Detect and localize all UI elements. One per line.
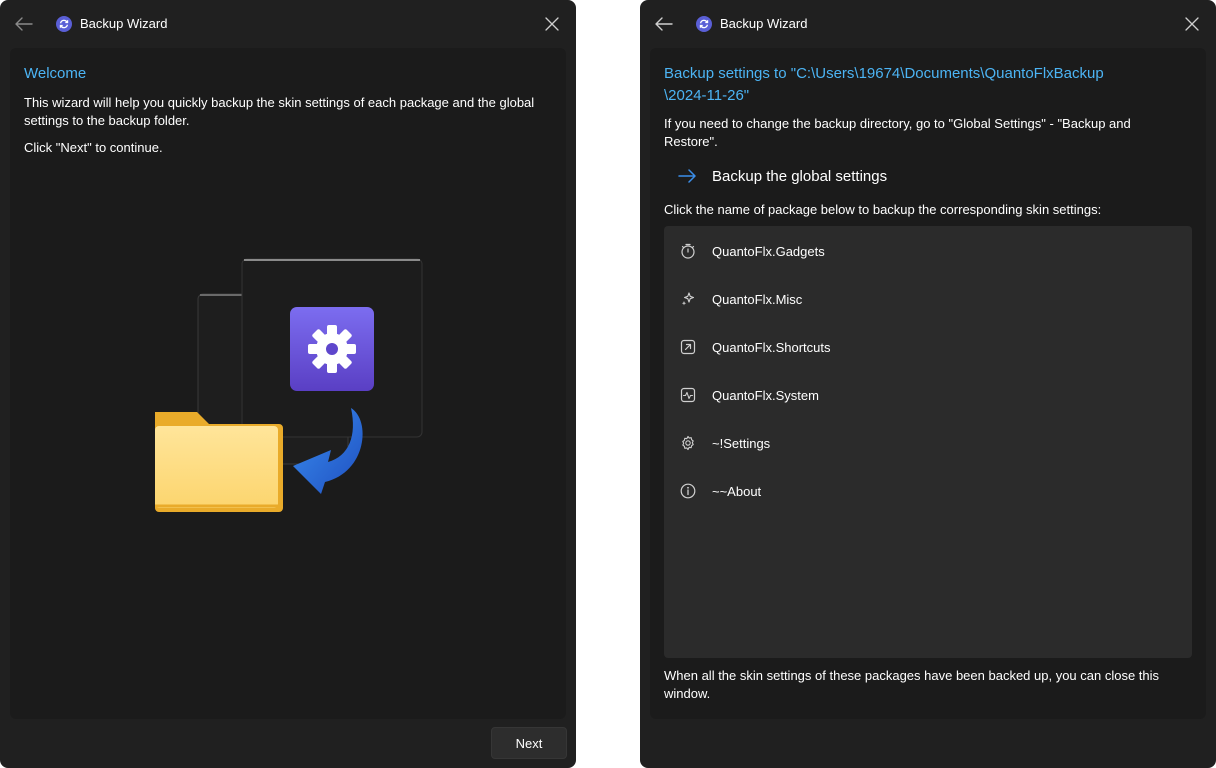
package-list-intro: Click the name of package below to backu… [664, 202, 1102, 217]
directory-hint-line1: If you need to change the backup directo… [664, 116, 1131, 131]
intro-text-line2: settings to the backup folder. [24, 113, 190, 128]
app-icon [56, 16, 72, 32]
package-item-settings[interactable]: ~!Settings [664, 419, 1192, 467]
back-button[interactable] [8, 8, 40, 40]
package-item-shortcuts[interactable]: QuantoFlx.Shortcuts [664, 323, 1192, 371]
package-item-misc[interactable]: QuantoFlx.Misc [664, 275, 1192, 323]
title-bar: Backup Wizard [640, 0, 1216, 48]
package-item-system[interactable]: QuantoFlx.System [664, 371, 1192, 419]
package-name: ~~About [712, 483, 762, 499]
arrow-right-icon [678, 164, 702, 188]
backup-global-settings-label: Backup the global settings [712, 167, 888, 185]
title-bar: Backup Wizard [0, 0, 576, 48]
footer-text-line2: window. [664, 686, 711, 701]
continue-instruction: Click "Next" to continue. [24, 140, 163, 155]
close-button[interactable] [1176, 8, 1208, 40]
open-link-icon [679, 338, 697, 356]
back-arrow-icon [655, 17, 673, 31]
gear-icon [308, 325, 356, 373]
directory-hint-line2: Restore". [664, 134, 718, 149]
pulse-icon [679, 386, 697, 404]
package-name: ~!Settings [712, 435, 771, 451]
backup-illustration [155, 258, 423, 512]
close-icon [1185, 17, 1199, 31]
package-name: QuantoFlx.System [712, 387, 819, 403]
page-heading: Welcome [24, 65, 87, 82]
backup-path-heading-line2: \2024-11-26" [664, 87, 750, 104]
package-name: QuantoFlx.Shortcuts [712, 339, 831, 355]
package-name: QuantoFlx.Misc [712, 291, 803, 307]
intro-text-line1: This wizard will help you quickly backup… [24, 95, 535, 110]
package-item-gadgets[interactable]: QuantoFlx.Gadgets [664, 227, 1192, 275]
backup-global-settings-link[interactable]: Backup the global settings [664, 162, 887, 190]
next-button[interactable]: Next [491, 727, 567, 759]
footer-text-line1: When all the skin settings of these pack… [664, 668, 1160, 683]
info-icon [679, 482, 697, 500]
gear-icon [679, 434, 697, 452]
back-button[interactable] [648, 8, 680, 40]
timer-icon [679, 242, 697, 260]
window-title: Backup Wizard [720, 16, 808, 31]
window-title: Backup Wizard [80, 16, 168, 31]
backup-path-heading-line1: Backup settings to "C:\Users\19674\Docum… [664, 65, 1104, 82]
sparkle-icon [679, 290, 697, 308]
package-list: QuantoFlx.Gadgets QuantoFlx.Misc QuantoF… [664, 226, 1192, 658]
close-icon [545, 17, 559, 31]
app-icon [696, 16, 712, 32]
package-name: QuantoFlx.Gadgets [712, 243, 825, 259]
back-arrow-icon [15, 17, 33, 31]
close-button[interactable] [536, 8, 568, 40]
package-item-about[interactable]: ~~About [664, 467, 1192, 515]
backup-wizard-window-welcome: Backup Wizard Welcome This wizard will h… [0, 0, 576, 768]
